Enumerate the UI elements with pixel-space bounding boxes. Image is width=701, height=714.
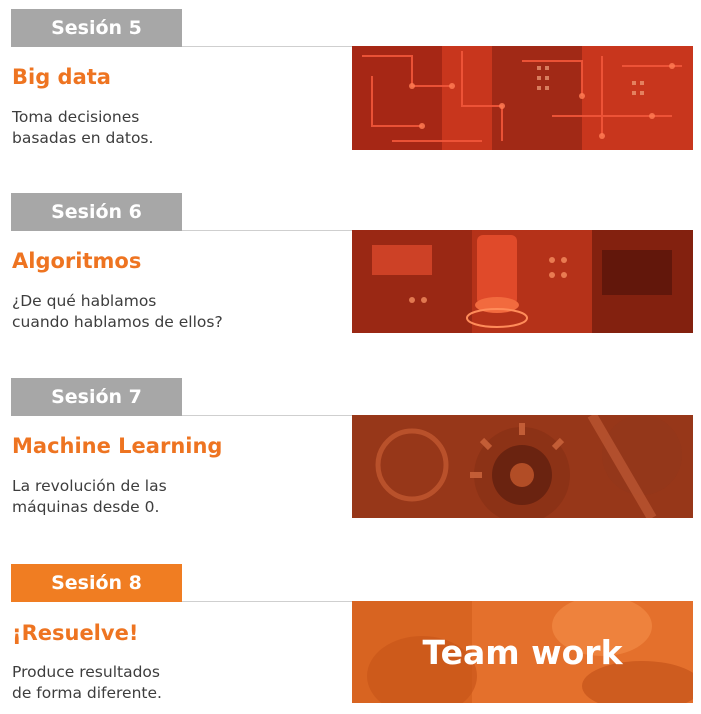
divider bbox=[182, 46, 352, 47]
divider bbox=[182, 601, 352, 602]
session-title: Algoritmos bbox=[12, 249, 142, 273]
description-line: Produce resultados bbox=[12, 663, 160, 681]
session-description: Produce resultados de forma diferente. bbox=[12, 662, 332, 704]
session-description: La revolución de las máquinas desde 0. bbox=[12, 476, 332, 518]
session-badge: Sesión 7 bbox=[11, 378, 182, 416]
session-badge: Sesión 6 bbox=[11, 193, 182, 231]
session-description: Toma decisiones basadas en datos. bbox=[12, 107, 332, 149]
circuit-board-image bbox=[352, 46, 693, 150]
session-title: Big data bbox=[12, 65, 111, 89]
session-6: Sesión 6 Algoritmos ¿De qué hablamos cua… bbox=[0, 193, 701, 343]
description-line: máquinas desde 0. bbox=[12, 498, 160, 516]
session-5: Sesión 5 Big data Toma decisiones basada… bbox=[0, 9, 701, 159]
session-badge: Sesión 8 bbox=[11, 564, 182, 602]
session-8: Sesión 8 ¡Resuelve! Produce resultados d… bbox=[0, 564, 701, 714]
session-description: ¿De qué hablamos cuando hablamos de ello… bbox=[12, 291, 332, 333]
description-line: ¿De qué hablamos bbox=[12, 292, 157, 310]
divider bbox=[182, 415, 352, 416]
description-line: Toma decisiones bbox=[12, 108, 140, 126]
team-work-caption: Team work bbox=[422, 632, 623, 672]
description-line: de forma diferente. bbox=[12, 684, 162, 702]
description-line: basadas en datos. bbox=[12, 129, 154, 147]
session-title: Machine Learning bbox=[12, 434, 223, 458]
session-title: ¡Resuelve! bbox=[12, 621, 139, 645]
session-badge: Sesión 5 bbox=[11, 9, 182, 47]
divider bbox=[182, 230, 352, 231]
session-7: Sesión 7 Machine Learning La revolución … bbox=[0, 378, 701, 528]
electronic-components-image bbox=[352, 230, 693, 333]
description-line: La revolución de las bbox=[12, 477, 167, 495]
description-line: cuando hablamos de ellos? bbox=[12, 313, 223, 331]
team-work-image: Team work bbox=[352, 601, 693, 703]
gears-machinery-image bbox=[352, 415, 693, 518]
